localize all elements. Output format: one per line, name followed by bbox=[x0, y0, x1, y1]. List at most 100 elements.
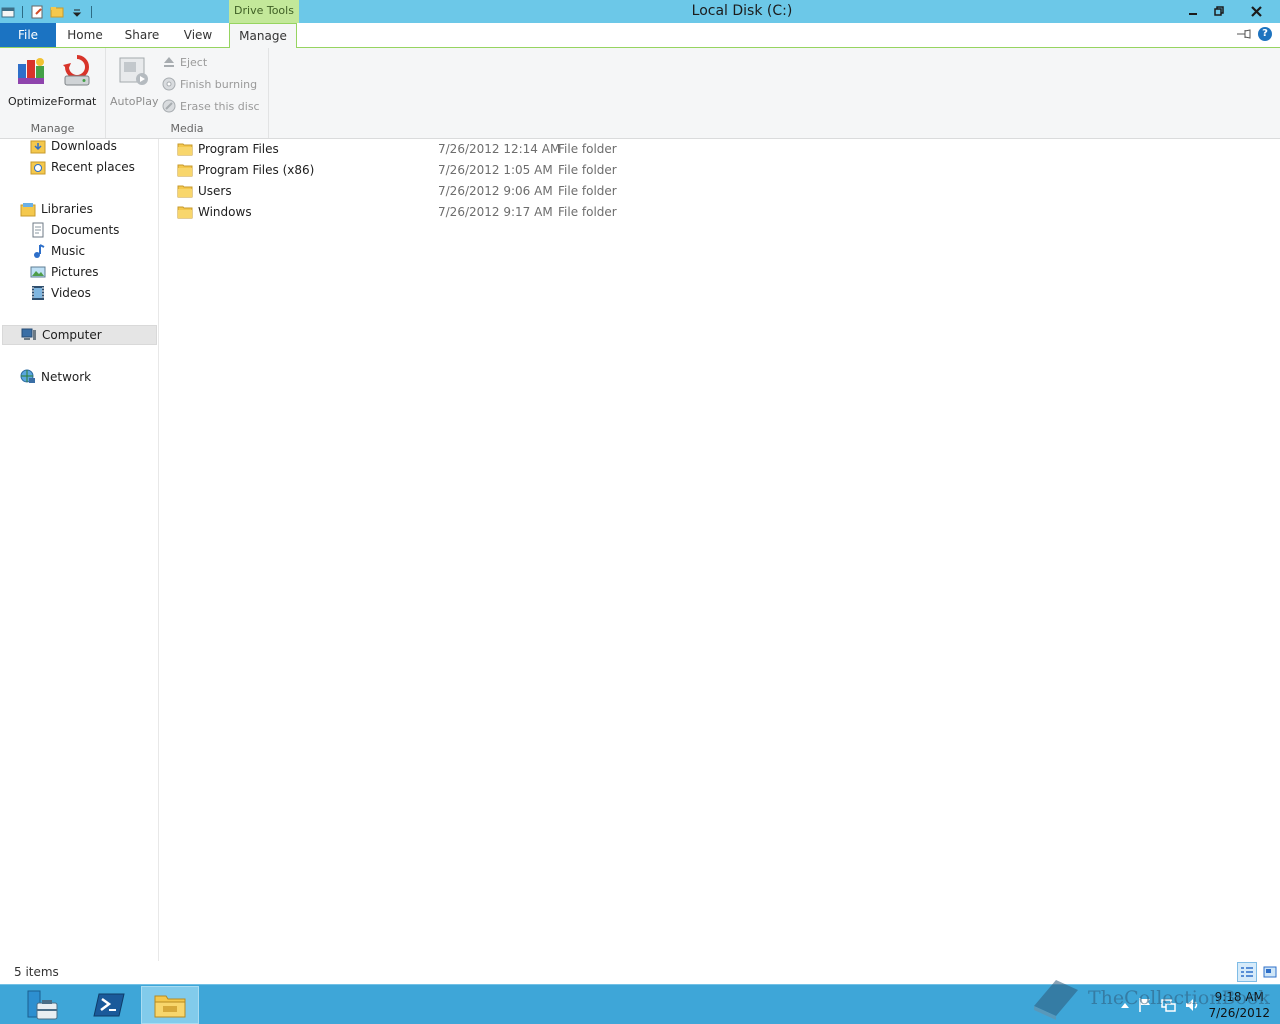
item-count: 5 items bbox=[14, 965, 59, 979]
ribbon-group-media: AutoPlay Eject Finish burning Erase this… bbox=[106, 48, 269, 138]
nav-item-documents[interactable]: Documents bbox=[0, 220, 157, 240]
autoplay-button[interactable]: AutoPlay bbox=[110, 52, 158, 108]
nav-label: Recent places bbox=[51, 160, 135, 174]
file-row[interactable]: Windows 7/26/2012 9:17 AM File folder bbox=[170, 202, 1270, 223]
optimize-label: Optimize bbox=[8, 95, 58, 108]
nav-item-libraries[interactable]: Libraries bbox=[0, 199, 157, 219]
computer-icon bbox=[21, 327, 37, 343]
format-icon bbox=[63, 55, 90, 86]
file-explorer-taskbar-button[interactable] bbox=[141, 986, 199, 1024]
tab-file[interactable]: File bbox=[0, 23, 56, 47]
erase-disc-icon bbox=[162, 99, 176, 113]
nav-label: Computer bbox=[42, 328, 102, 342]
nav-item-recent-places[interactable]: Recent places bbox=[0, 157, 157, 177]
new-folder-icon[interactable] bbox=[49, 4, 65, 20]
tab-manage[interactable]: Manage bbox=[229, 23, 297, 48]
watermark-text: TheCollectionBook bbox=[1088, 987, 1270, 1009]
watermark: TheCollectionBook bbox=[1030, 974, 1270, 1022]
folder-icon bbox=[177, 185, 193, 198]
tab-share[interactable]: Share bbox=[118, 23, 166, 47]
customize-qat-chevron-icon[interactable] bbox=[69, 4, 85, 20]
qat-separator bbox=[22, 6, 23, 18]
file-type: File folder bbox=[558, 205, 617, 219]
optimize-icon bbox=[18, 58, 44, 84]
downloads-folder-icon bbox=[30, 138, 46, 154]
nav-label: Documents bbox=[51, 223, 120, 237]
burn-disc-icon bbox=[162, 77, 176, 91]
powershell-taskbar-button[interactable] bbox=[80, 986, 138, 1024]
eject-icon bbox=[164, 57, 174, 67]
music-icon bbox=[30, 243, 46, 259]
properties-icon[interactable] bbox=[29, 4, 45, 20]
file-row[interactable]: Users 7/26/2012 9:06 AM File folder bbox=[170, 181, 1270, 202]
nav-label: Libraries bbox=[41, 202, 93, 216]
folder-icon bbox=[177, 143, 193, 156]
eject-label: Eject bbox=[180, 55, 208, 69]
explorer-window-icon[interactable] bbox=[0, 4, 16, 20]
pictures-icon bbox=[30, 264, 46, 280]
server-manager-icon bbox=[27, 990, 58, 1020]
file-date: 7/26/2012 9:17 AM bbox=[438, 205, 553, 219]
nav-label: Network bbox=[41, 370, 92, 384]
nav-item-music[interactable]: Music bbox=[0, 241, 157, 261]
libraries-icon bbox=[20, 201, 36, 217]
file-name: Program Files bbox=[198, 142, 279, 156]
file-date: 7/26/2012 1:05 AM bbox=[438, 163, 553, 177]
quick-access-toolbar bbox=[0, 2, 98, 22]
server-manager-taskbar-button[interactable] bbox=[14, 986, 72, 1024]
autoplay-icon bbox=[119, 57, 148, 85]
file-row[interactable]: Program Files 7/26/2012 12:14 AM File fo… bbox=[170, 139, 1270, 160]
nav-item-downloads[interactable]: Downloads bbox=[0, 136, 157, 156]
close-icon bbox=[1250, 5, 1262, 17]
nav-item-network[interactable]: Network bbox=[0, 367, 157, 387]
nav-label: Videos bbox=[51, 286, 91, 300]
tab-view[interactable]: View bbox=[176, 23, 220, 47]
minimize-button[interactable] bbox=[1180, 0, 1206, 22]
file-type: File folder bbox=[558, 142, 617, 156]
drive-tools-context-label: Drive Tools bbox=[229, 0, 299, 23]
window-controls bbox=[1180, 0, 1280, 22]
finish-burning-label: Finish burning bbox=[180, 77, 258, 91]
file-date: 7/26/2012 9:06 AM bbox=[438, 184, 553, 198]
qat-separator bbox=[91, 6, 92, 18]
file-date: 7/26/2012 12:14 AM bbox=[438, 142, 561, 156]
nav-item-videos[interactable]: Videos bbox=[0, 283, 157, 303]
file-name: Windows bbox=[198, 205, 252, 219]
nav-label: Music bbox=[51, 244, 86, 258]
nav-item-computer[interactable]: Computer bbox=[2, 325, 157, 345]
nav-item-pictures[interactable]: Pictures bbox=[0, 262, 157, 282]
ribbon-group-manage: Optimize Format Manage bbox=[0, 48, 106, 138]
file-row[interactable]: Program Files (x86) 7/26/2012 1:05 AM Fi… bbox=[170, 160, 1270, 181]
file-list: Program Files 7/26/2012 12:14 AM File fo… bbox=[170, 139, 1270, 223]
nav-label: Pictures bbox=[51, 265, 99, 279]
help-icon[interactable]: ? bbox=[1258, 27, 1272, 41]
tab-home[interactable]: Home bbox=[60, 23, 110, 47]
restore-button[interactable] bbox=[1206, 0, 1232, 22]
network-icon bbox=[20, 369, 36, 385]
book-logo-icon bbox=[1034, 980, 1078, 1020]
ribbon-right-controls: ? bbox=[1236, 27, 1272, 41]
powershell-icon bbox=[93, 993, 125, 1017]
minimize-icon bbox=[1189, 13, 1197, 15]
ribbon-tab-strip: File Home Share View Manage ? bbox=[0, 23, 1280, 48]
folder-icon bbox=[177, 206, 193, 219]
media-group-label: Media bbox=[170, 122, 204, 135]
ribbon: Optimize Format Manage AutoPlay Eject Fi… bbox=[0, 48, 1280, 139]
folder-icon bbox=[177, 164, 193, 177]
file-explorer-icon bbox=[154, 995, 186, 1018]
file-name: Users bbox=[198, 184, 232, 198]
format-button[interactable]: Format bbox=[54, 52, 100, 108]
optimize-button[interactable]: Optimize bbox=[8, 52, 58, 108]
file-type: File folder bbox=[558, 163, 617, 177]
pin-ribbon-icon[interactable] bbox=[1236, 28, 1252, 40]
nav-label: Downloads bbox=[51, 139, 117, 153]
close-button[interactable] bbox=[1232, 0, 1280, 22]
videos-icon bbox=[30, 285, 46, 301]
finish-burning-button[interactable]: Finish burning bbox=[162, 74, 257, 94]
navigation-pane: Downloads Recent places Libraries Docume… bbox=[0, 139, 159, 961]
documents-icon bbox=[30, 222, 46, 238]
window-title: Local Disk (C:) bbox=[691, 3, 793, 19]
eject-button[interactable]: Eject bbox=[162, 52, 207, 72]
erase-disc-button[interactable]: Erase this disc bbox=[162, 96, 260, 116]
erase-disc-label: Erase this disc bbox=[180, 99, 260, 113]
